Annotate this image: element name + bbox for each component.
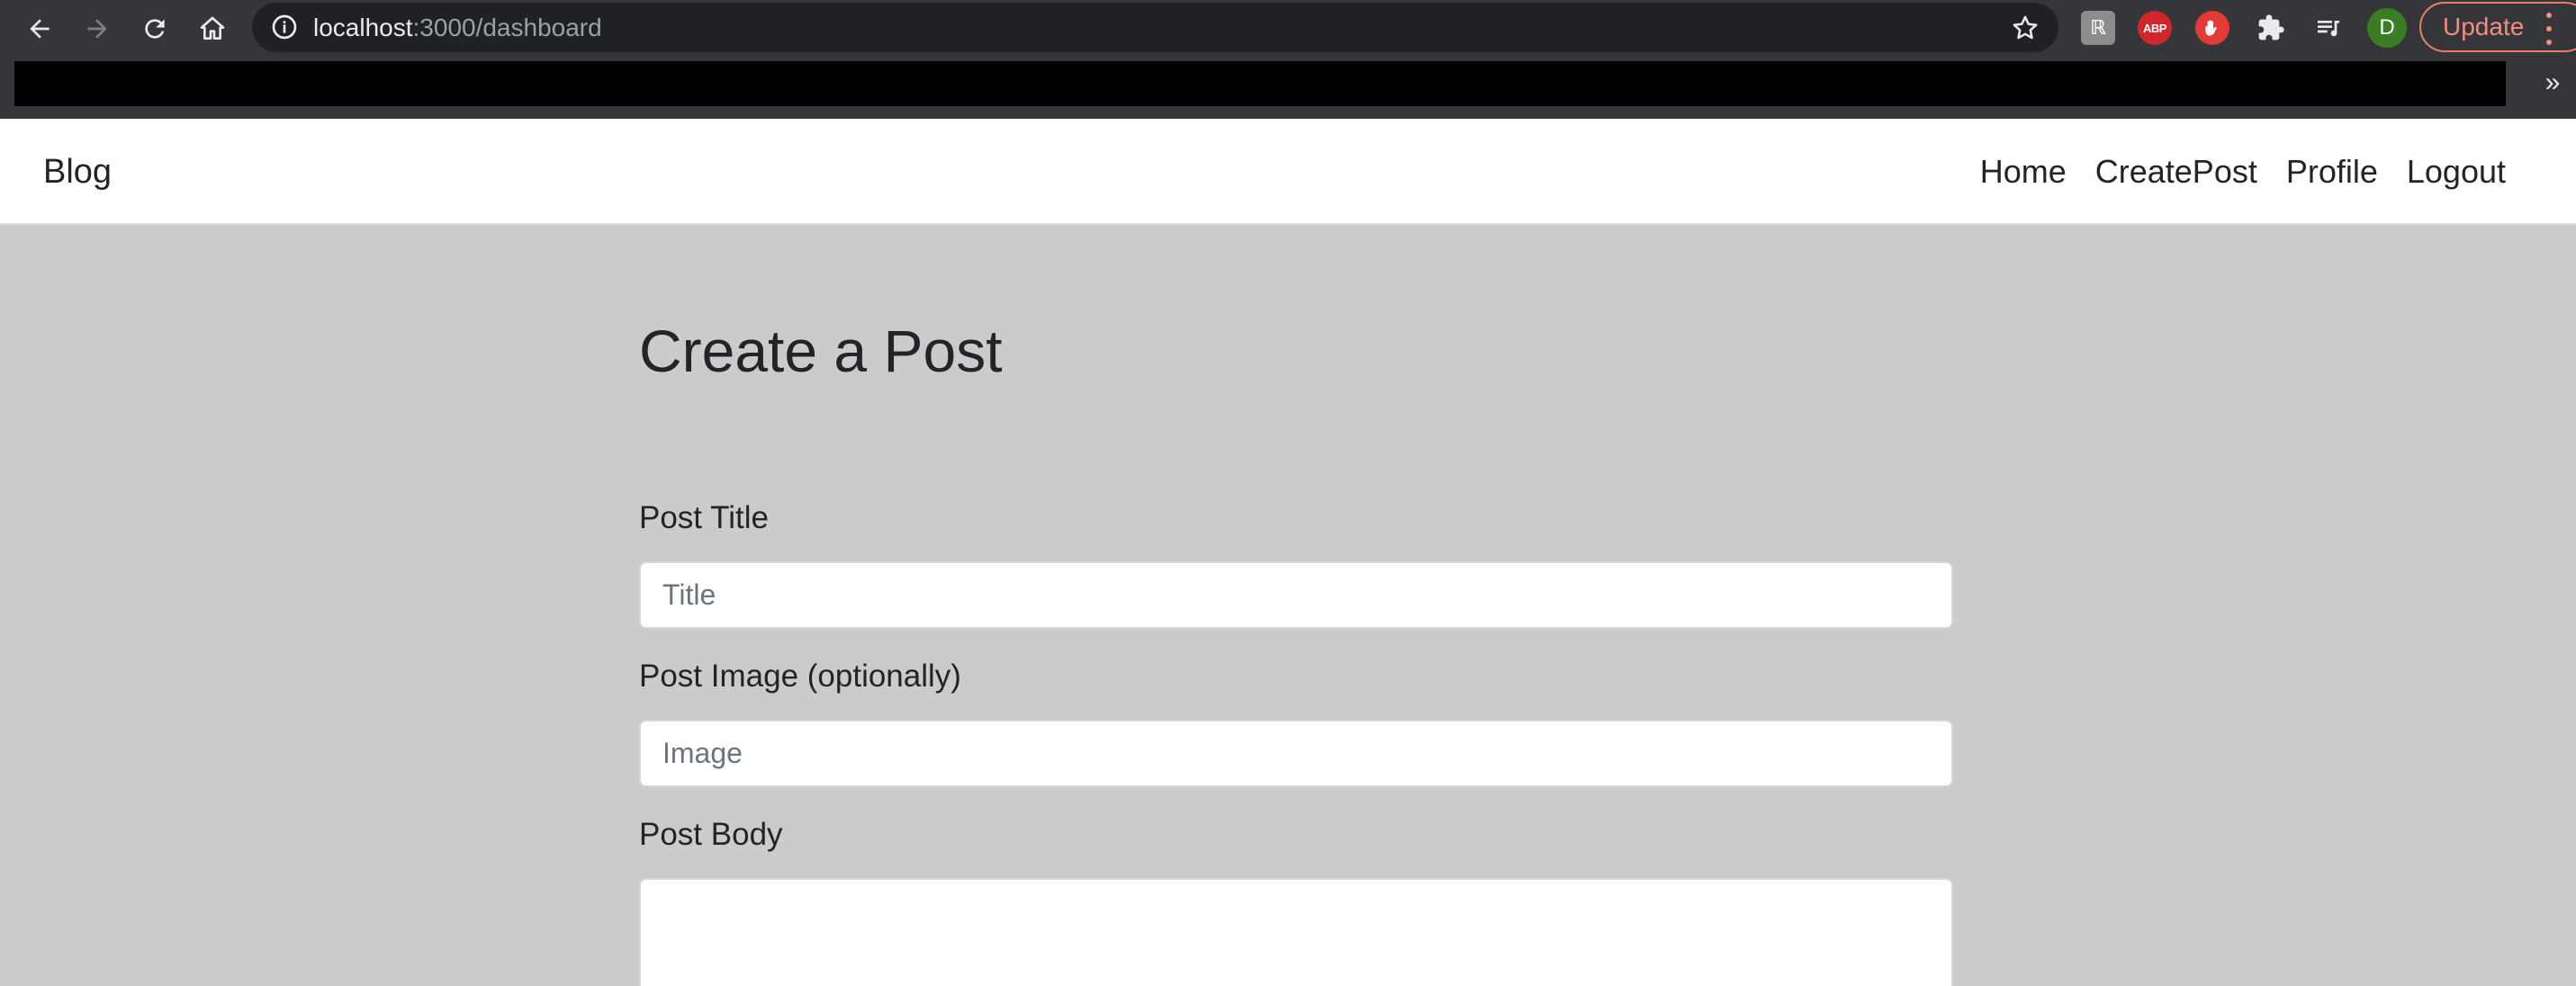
bookmark-star-icon[interactable] xyxy=(2010,13,2040,43)
nav-home-link[interactable]: Home xyxy=(1980,153,2067,191)
nav-links: Home CreatePost Profile Logout xyxy=(1980,119,2506,225)
post-body-label: Post Body xyxy=(639,817,783,852)
page-title: Create a Post xyxy=(639,318,1003,384)
puzzle-glyph-icon xyxy=(2258,14,2284,40)
post-body-textarea[interactable] xyxy=(639,878,1953,986)
nav-create-post-link[interactable]: CreatePost xyxy=(2095,153,2257,191)
gray-extension-glyph: ℝ xyxy=(2090,16,2106,39)
bookmarks-bar: » xyxy=(0,58,2576,119)
back-arrow-icon xyxy=(30,19,50,39)
brand-link[interactable]: Blog xyxy=(43,119,112,225)
adblock-plus-text: ABP xyxy=(2143,21,2166,35)
site-info-icon[interactable] xyxy=(270,13,299,41)
post-image-label: Post Image (optionally) xyxy=(639,659,961,694)
bookmarks-redacted-area xyxy=(14,61,2506,106)
hand-glyph-icon xyxy=(2205,20,2217,36)
nav-logout-link[interactable]: Logout xyxy=(2407,153,2506,191)
browser-menu-icon[interactable] xyxy=(2544,13,2554,45)
url-path: :3000/dashboard xyxy=(412,13,602,41)
forward-arrow-icon xyxy=(87,19,107,39)
profile-initial: D xyxy=(2379,15,2395,40)
post-title-input[interactable] xyxy=(639,561,1953,629)
adblock-plus-icon[interactable]: ABP xyxy=(2138,11,2172,45)
home-button[interactable] xyxy=(191,7,234,50)
url-host: localhost xyxy=(313,13,413,41)
address-bar[interactable]: localhost:3000/dashboard xyxy=(252,3,2058,52)
post-image-input[interactable] xyxy=(639,720,1953,787)
back-button[interactable] xyxy=(18,7,61,50)
bookmarks-overflow-icon[interactable]: » xyxy=(2538,65,2567,101)
profile-avatar[interactable]: D xyxy=(2367,8,2407,48)
playlist-glyph-icon xyxy=(2318,21,2339,37)
gray-extension-icon[interactable]: ℝ xyxy=(2081,11,2115,45)
stop-hand-icon[interactable] xyxy=(2195,11,2229,45)
reload-icon xyxy=(145,19,165,39)
reload-button[interactable] xyxy=(133,7,176,50)
home-icon xyxy=(200,16,225,40)
url-text[interactable]: localhost:3000/dashboard xyxy=(313,3,602,52)
forward-button[interactable] xyxy=(76,7,119,50)
puzzle-extensions-icon[interactable] xyxy=(2254,11,2288,45)
browser-toolbar: localhost:3000/dashboard ℝ ABP D Update xyxy=(0,0,2576,58)
site-navbar: Blog Home CreatePost Profile Logout xyxy=(0,119,2576,225)
nav-profile-link[interactable]: Profile xyxy=(2286,153,2378,191)
media-queue-icon[interactable] xyxy=(2311,11,2346,45)
post-title-label: Post Title xyxy=(639,500,769,535)
